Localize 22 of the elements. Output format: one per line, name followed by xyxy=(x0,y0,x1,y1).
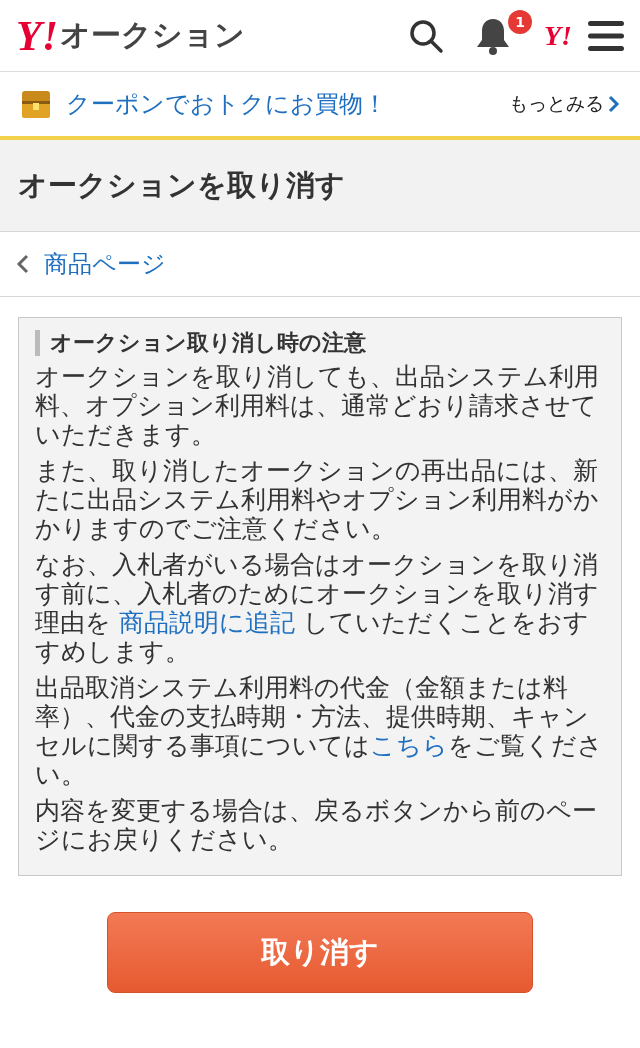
notice-heading: オークション取り消し時の注意 xyxy=(35,330,605,356)
logo-mark: Y! xyxy=(16,14,58,57)
page-title: オークションを取り消す xyxy=(18,166,345,204)
cancel-button[interactable]: 取り消す xyxy=(107,912,533,993)
notice-link[interactable]: 商品説明に追記 xyxy=(118,608,295,637)
logo-text: オークション xyxy=(60,16,245,54)
notice-paragraph: 出品取消システム利用料の代金（金額または料率）、代金の支払時期・方法、提供時期、キャンセルに関する事項については こちら をご覧ください。 xyxy=(35,673,604,789)
notice-paragraph: また、取り消したオークションの再出品には、新たに出品システム利用料やオプション利用料がかかりますのでご注意ください。 xyxy=(35,456,600,543)
more-link[interactable]: もっとみる xyxy=(509,91,620,117)
treasure-chest-icon xyxy=(20,88,52,120)
notice-paragraph: なお、入札者がいる場合はオークションを取り消す前に、入札者のためにオークションを取り消す理由を 商品説明に追記 していただくことをおすすめします。 xyxy=(35,550,600,666)
notice-link[interactable]: こちら xyxy=(370,731,448,760)
chevron-right-icon xyxy=(608,95,620,113)
coupon-text[interactable]: クーポンでおトクにお買物！ xyxy=(66,88,509,120)
menu-icon[interactable] xyxy=(588,20,624,51)
notification-badge: 1 xyxy=(508,9,532,34)
back-link[interactable]: 商品ページ xyxy=(16,248,166,280)
notice-paragraph: 内容を変更する場合は、戻るボタンから前のページにお戻りください。 xyxy=(35,796,598,854)
chevron-left-icon xyxy=(16,254,30,274)
account-mark[interactable]: Y! xyxy=(544,19,572,52)
notice-paragraph: オークションを取り消しても、出品システム利用料、オプション利用料は、通常どおり請求させていただきます。 xyxy=(35,362,600,449)
search-icon[interactable] xyxy=(408,17,444,54)
